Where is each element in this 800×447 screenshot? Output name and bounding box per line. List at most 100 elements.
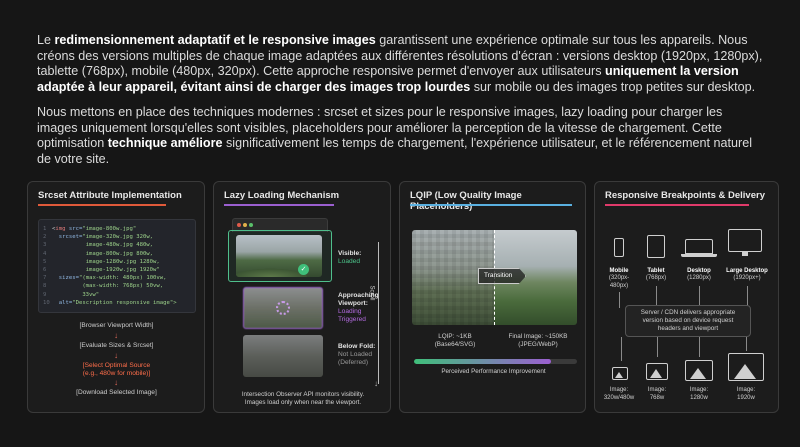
device-name: Large Desktop xyxy=(726,268,768,274)
lqip-comparison-image: Transition xyxy=(412,230,577,325)
scroll-arrow-icon: ↓ xyxy=(374,379,378,388)
caption-l1: Intersection Observer API monitors visib… xyxy=(241,391,365,398)
approaching-heading-l2: Viewport: xyxy=(338,300,368,307)
device-range: (1280px) xyxy=(687,275,711,282)
device-range: (320px-480px) xyxy=(608,275,630,289)
code-token: "image-800w.jpg" xyxy=(82,226,137,232)
down-arrow-icon: ↓ xyxy=(114,331,118,340)
panel-title: Srcset Attribute Implementation xyxy=(38,190,182,201)
image-label-l2: 1920w xyxy=(737,394,755,401)
loaded-image xyxy=(236,235,322,277)
panel-srcset: Srcset Attribute Implementation 1 <img sr… xyxy=(27,181,205,413)
code-line: 1 <img src="image-800w.jpg" xyxy=(43,225,191,233)
code-token: (max-width: 768px) 50vw, xyxy=(82,283,164,290)
window-dot-icon xyxy=(243,223,247,227)
code-token: 1 xyxy=(43,226,47,232)
tablet-device-icon xyxy=(647,235,665,258)
window-dot-icon xyxy=(237,223,241,227)
laptop-device-icon xyxy=(685,239,713,254)
image-label-desktop: Image: 1280w xyxy=(682,387,716,402)
code-token: 7 xyxy=(43,275,47,282)
intro-text: Le redimensionnement adaptatif et le res… xyxy=(37,33,765,177)
lqip-size-l2: (Base64/SVG) xyxy=(434,341,476,348)
code-line: 10 alt="Description responsive image"> xyxy=(43,299,191,307)
device-label-tablet: Tablet (768px) xyxy=(633,268,679,283)
image-mountain xyxy=(650,369,662,378)
image-label-l1: Image: xyxy=(647,387,667,393)
below-fold-label: Below Fold: Not Loaded (Deferred) xyxy=(338,343,375,367)
panel-lqip: LQIP (Low Quality Image Placeholders) Tr… xyxy=(399,181,586,413)
image-mountain xyxy=(615,372,623,378)
device-name: Mobile xyxy=(609,268,629,274)
visible-label: Visible: Loaded xyxy=(338,250,361,266)
code-line: 2 srcset="image-320w.jpg 320w, xyxy=(43,233,191,241)
laptop-base xyxy=(681,254,717,257)
code-line: 5 image-1280w.jpg 1280w, xyxy=(43,258,191,266)
device-name: Desktop xyxy=(687,268,711,274)
code-token: image-480w.jpg 480w, xyxy=(85,242,154,249)
image-mountain xyxy=(734,364,756,379)
code-token: 8 xyxy=(43,283,47,290)
code-token: "(max-width: 480px) 100vw, xyxy=(78,275,167,282)
code-token: 4 xyxy=(43,250,47,257)
connector-line xyxy=(746,337,747,351)
down-arrow-icon: ↓ xyxy=(114,351,118,360)
title-underline xyxy=(410,204,572,206)
scroll-label: Scroll xyxy=(368,285,375,301)
code-token: "image-320w.jpg 320w, xyxy=(82,234,154,241)
title-underline xyxy=(224,204,334,206)
title-underline xyxy=(605,204,749,206)
transition-arrow: Transition xyxy=(478,268,526,284)
below-fold-status-l2: (Deferred) xyxy=(338,359,369,366)
connector-line xyxy=(619,292,620,308)
intro-bold-span: technique améliore xyxy=(107,136,223,150)
code-line: 6 image-1920w.jpg 1920w" xyxy=(43,266,191,274)
image-label-l2: 320w/480w xyxy=(603,394,635,401)
device-range: (1920px+) xyxy=(733,275,761,282)
server-text-l3: headers and viewport xyxy=(657,325,719,332)
code-token: alt= xyxy=(58,299,73,306)
perf-label: Perceived Performance Improvement xyxy=(441,368,546,375)
device-label-desktop: Desktop (1280px) xyxy=(676,268,722,283)
server-cdn-box: Server / CDN delivers appropriate versio… xyxy=(625,305,751,337)
progress-bar xyxy=(414,359,577,364)
panel-title: Responsive Breakpoints & Delivery xyxy=(605,190,765,201)
code-token: "Description responsive image"> xyxy=(72,299,177,306)
approaching-status-l1: Loading xyxy=(338,308,362,315)
image-label-tablet: Image: 768w xyxy=(640,387,674,402)
image-label-l1: Image: xyxy=(609,387,629,393)
code-token: 3 xyxy=(43,242,47,249)
loading-spinner-icon xyxy=(276,301,290,315)
code-token: srcset= xyxy=(58,234,83,241)
image-label-l1: Image: xyxy=(736,387,756,393)
intro-text-span: Le xyxy=(37,33,55,47)
approaching-status-l2: Triggered xyxy=(338,316,366,323)
visible-status: Loaded xyxy=(338,258,361,265)
image-mountain xyxy=(690,368,706,379)
server-text-l2: version based on device request xyxy=(642,317,734,324)
image-label-large: Image: 1920w xyxy=(729,387,763,402)
intro-paragraph-2: Nous mettons en place des techniques mod… xyxy=(37,105,765,167)
intro-bold-span: redimensionnement adaptatif et le respon… xyxy=(54,33,376,47)
flow-step-download: [Download Selected Image] xyxy=(76,389,157,396)
below-fold-heading: Below Fold: xyxy=(338,343,376,350)
code-token: sizes= xyxy=(58,275,79,282)
code-line: 7 sizes="(max-width: 480px) 100vw, xyxy=(43,274,191,282)
code-line: 3 image-480w.jpg 480w, xyxy=(43,241,191,249)
check-icon: ✓ xyxy=(298,264,309,275)
visible-heading: Visible: xyxy=(338,250,362,257)
below-fold-status-l1: Not Loaded xyxy=(338,351,373,358)
code-token: src= xyxy=(65,226,83,232)
device-name: Tablet xyxy=(647,268,665,274)
code-line: 4 image-800w.jpg 800w, xyxy=(43,250,191,258)
image-label-l2: 768w xyxy=(649,394,665,401)
deferred-image xyxy=(243,335,323,377)
final-size-l1: Final Image: ~150KB xyxy=(508,333,568,340)
mobile-device-icon xyxy=(614,238,624,257)
code-token: image-1280w.jpg 1280w, xyxy=(85,258,160,265)
code-token: 5 xyxy=(43,258,47,265)
